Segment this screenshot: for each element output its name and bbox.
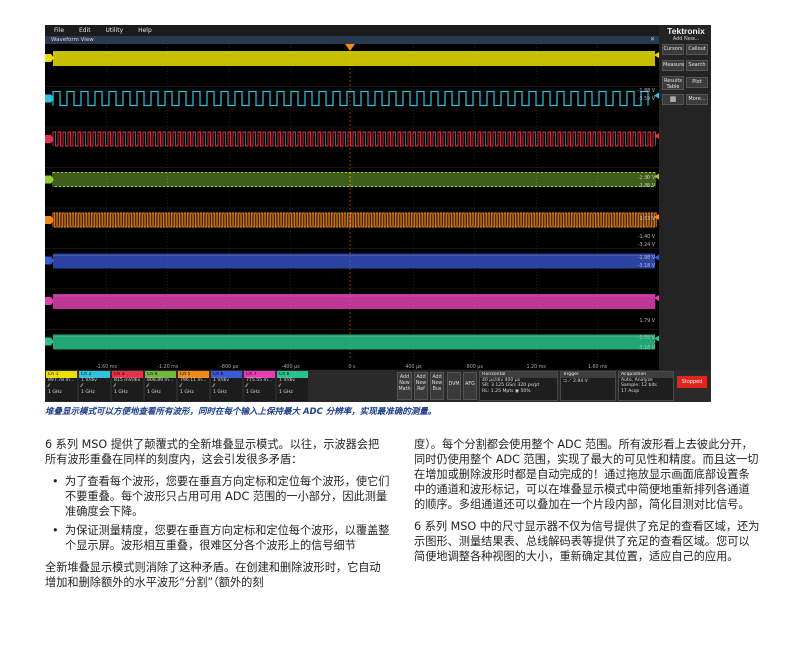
waveform-plot[interactable]: -1.88 V -3.59 V -2.80 V -3.38 V 1.63 V -1.40 … [45,44,659,370]
channel-badge-3[interactable]: Ch 3 815 mV/div ⁄⁄ 1 GHz [112,371,143,401]
channel-marker-icon[interactable] [45,54,54,62]
channel-badge-4[interactable]: Ch 4 808.89 m... ⁄⁄ 1 GHz [145,371,176,401]
add-new-math-button[interactable]: Add New Math [397,372,412,400]
menu-bar: File Edit Utility Help [45,25,659,36]
display-size-paragraph: 6 系列 MSO 中的尺寸显示器不仅为信号提供了充足的查看区域，还为示图形、测量… [414,520,760,563]
waveform-ch2 [52,90,649,107]
acquisition-panel[interactable]: Acquisition Auto, Analyze Sample: 12 bit… [618,371,674,401]
acquisition-count: 17 Acqs [621,388,640,394]
lane-readout: 1.79 V [640,318,656,324]
channel-badge-scale: 808.89 m... [147,378,174,383]
figure-caption: 堆叠显示模式可以方便地查看所有波形，同时在每个输入上保持最大 ADC 分辨率，实… [45,407,437,417]
run-stop-button[interactable]: Stopped [677,376,707,388]
horizontal-panel[interactable]: Horizontal 40 µs/div 400 µs SR: 3.125 GS… [479,371,558,401]
channel-badge-scale: 897.78 m... [48,378,75,383]
settings-bar: Ch 1 897.78 m... ⁄⁄ 1 GHz Ch 2 1 V/div ⁄… [45,370,711,402]
stacked-mode-continued-paragraph: 度）。每个分割都会使用整个 ADC 范围。所有波形看上去彼此分开，同时仍使用整个… [414,438,759,511]
brand-logo: Tektronix [667,26,705,36]
lane-readout: -1.55 V [638,335,656,341]
cursors-button[interactable]: Cursors [662,44,684,55]
add-new-bus-button[interactable]: Add New Bus [430,372,444,400]
channel-badge-scale: 796.11 m... [180,378,207,383]
channel-marker-icon[interactable] [45,256,54,265]
channel-badge-bw: 1 GHz [147,390,161,395]
channel-marker-icon[interactable] [45,337,54,346]
plot-button[interactable]: Plot [686,77,708,88]
intro-paragraph: 6 系列 MSO 提供了颠覆式的全新堆叠显示模式。以往，示波器会把所有波形重叠在… [45,438,380,466]
menu-file[interactable]: File [54,25,64,36]
lane-readout: -1.40 V [638,234,656,240]
afg-button[interactable]: AFG [463,372,477,400]
channel-badge-bw: 1 GHz [48,390,62,395]
list-item: • 为了查看每个波形，您要在垂直方向定标和定位每个波形，使它们不要重叠。每个波形只… [45,474,390,519]
horizontal-record-length: RL: 1.25 Mpts ◉ 50% [482,388,531,394]
add-new-label: Add New... [672,36,700,42]
measure-button[interactable]: Measure [662,60,684,71]
channel-badge-2[interactable]: Ch 2 1 V/div ⁄⁄ 1 GHz [79,371,110,401]
channel-badge-bw: 1 GHz [81,390,95,395]
lane-readout: -3.18 V [638,345,656,351]
add-new-ref-button[interactable]: Add New Ref [414,372,428,400]
results-table-button[interactable]: Results Table [662,76,684,90]
lane-readout: 1.63 V [640,216,656,222]
oscilloscope-screenshot: File Edit Utility Help Waveform View ✕ -… [45,25,711,402]
waveform-ch5 [52,212,657,228]
lane-readout: -2.80 V [638,175,656,181]
lane-readout: -3.59 V [638,96,656,102]
channel-badge-scale: 815 mV/div [114,378,141,383]
channel-badge-1[interactable]: Ch 1 897.78 m... ⁄⁄ 1 GHz [46,371,77,401]
channel-badge-bw: 1 GHz [246,390,260,395]
right-control-panel: Tektronix Add New... Cursors Callout Mea… [659,25,711,370]
channel-marker-icon[interactable] [45,297,54,305]
menu-utility[interactable]: Utility [106,25,124,36]
dvm-button[interactable]: DVM [447,372,461,400]
bullet-icon: • [52,524,59,537]
waveform-ch3 [52,131,656,147]
channel-badge-6[interactable]: Ch 6 1 V/div ⁄⁄ 1 GHz [211,371,242,401]
waveform-view-titlebar: Waveform View ✕ [45,36,659,44]
bullet-icon: • [52,475,59,488]
menu-edit[interactable]: Edit [79,25,91,36]
search-button[interactable]: Search [686,60,708,71]
channel-badge-scale: 775.55 m... [246,378,273,383]
lane-readout: -3.38 V [638,183,656,189]
list-item: • 为保证测量精度，您要在垂直方向定标和定位每个波形，以覆盖整个显示屏。波形相互重… [45,523,390,553]
trigger-panel[interactable]: Trigger ⊐ ⟋ 2.94 V [560,371,616,401]
channel-badge-8[interactable]: Ch 8 1 V/div ⁄⁄ 1 GHz [277,371,308,401]
channel-badge-7[interactable]: Ch 7 775.55 m... ⁄⁄ 1 GHz [244,371,275,401]
lane-readout: -1.98 V [638,255,656,261]
stacked-mode-paragraph: 全新堆叠显示模式则消除了这种矛盾。在创建和删除波形时，它自动增加和删除额外的水平… [45,561,381,589]
channel-badge-bw: 1 GHz [213,390,227,395]
menu-help[interactable]: Help [138,25,152,36]
close-icon[interactable]: ✕ [650,36,655,44]
channel-badge-bw: 1 GHz [279,390,293,395]
callout-button[interactable]: Callout [686,44,708,55]
lane-readout: -3.18 V [638,263,656,269]
conflict-list: • 为了查看每个波形，您要在垂直方向定标和定位每个波形，使它们不要重叠。每个波形只… [45,474,390,553]
list-item-text: 为了查看每个波形，您要在垂直方向定标和定位每个波形，使它们不要重叠。每个波形只占… [65,475,390,518]
grid-icon[interactable]: ▦ [662,94,684,105]
waveform-svg: -1.88 V -3.59 V -2.80 V -3.38 V 1.63 V -1.40 … [45,44,659,370]
waveform-view-title: Waveform View [51,37,94,43]
left-column: 6 系列 MSO 提供了颠覆式的全新堆叠显示模式。以往，示波器会把所有波形重叠在… [45,437,390,597]
trigger-level: ⊐ ⟋ 2.94 V [563,378,588,384]
more-button[interactable]: More... [686,94,708,105]
channel-badge-bw: 1 GHz [114,390,128,395]
channel-badge-5[interactable]: Ch 5 796.11 m... ⁄⁄ 1 GHz [178,371,209,401]
lane-readout: -3.24 V [638,242,656,248]
lane-readout: -1.88 V [638,88,656,94]
waveform-ch4 [52,172,656,187]
right-column: 度）。每个分割都会使用整个 ADC 范围。所有波形看上去彼此分开，同时仍使用整个… [414,437,760,571]
channel-badge-bw: 1 GHz [180,390,194,395]
trigger-title: Trigger [561,372,615,378]
list-item-text: 为保证测量精度，您要在垂直方向定标和定位每个波形，以覆盖整个显示屏。波形相互重叠… [65,524,390,552]
